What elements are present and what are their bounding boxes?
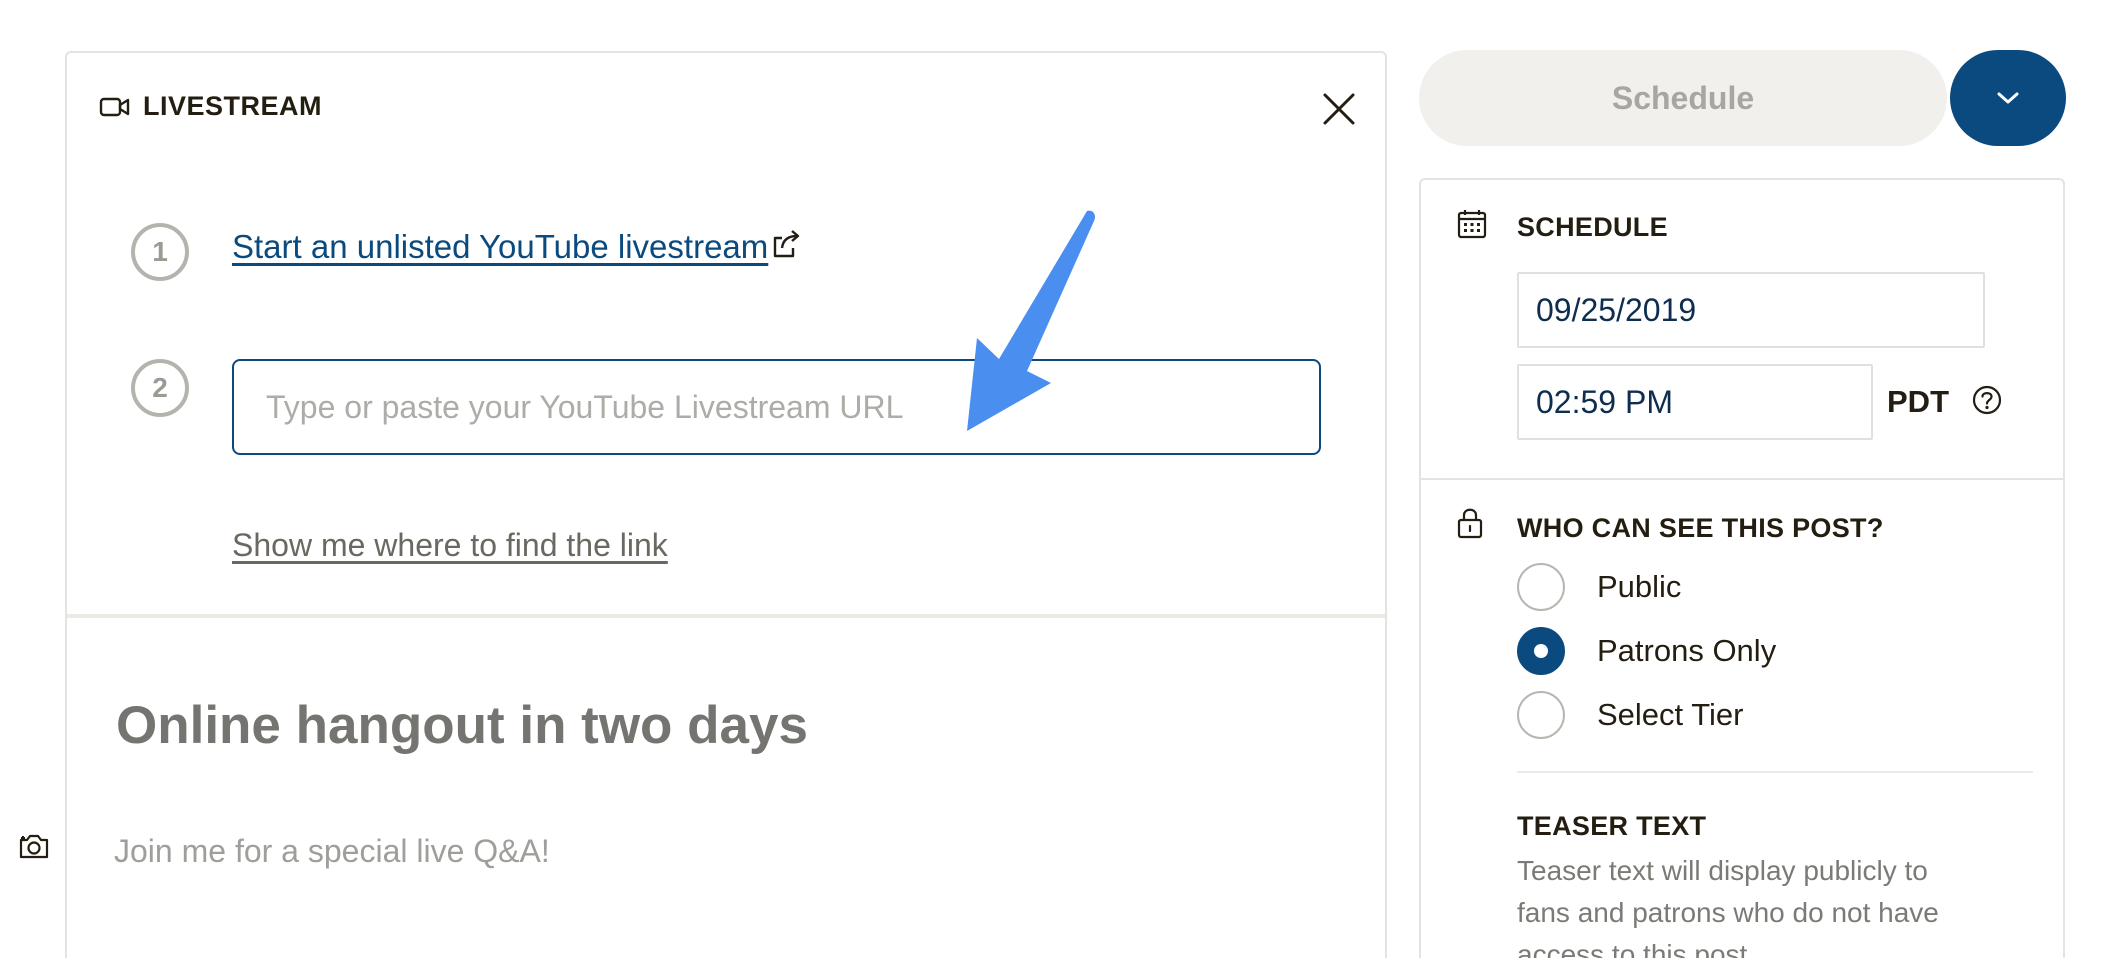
radio-button-selected[interactable]	[1517, 627, 1565, 675]
close-icon[interactable]	[1319, 89, 1359, 129]
youtube-livestream-link[interactable]: Start an unlisted YouTube livestream	[232, 228, 802, 266]
post-settings-panel: SCHEDULE PDT WHO CAN SEE THIS POST? Publ…	[1419, 178, 2065, 958]
radio-label: Patrons Only	[1597, 633, 1777, 668]
livestream-editor: LIVESTREAM 1 Start an unlisted YouTube l…	[65, 51, 1387, 958]
external-link-icon	[774, 230, 800, 258]
youtube-link-label: Start an unlisted YouTube livestream	[232, 228, 769, 265]
schedule-options-button[interactable]	[1950, 50, 2066, 146]
post-title[interactable]: Online hangout in two days	[116, 695, 808, 756]
teaser-label: TEASER TEXT	[1517, 811, 1707, 841]
section-divider	[67, 614, 1385, 618]
schedule-date-input[interactable]	[1517, 272, 1985, 348]
step-1-indicator: 1	[131, 223, 189, 281]
timezone-label: PDT	[1887, 384, 1949, 419]
visibility-label: WHO CAN SEE THIS POST?	[1517, 513, 1884, 543]
post-body[interactable]: Join me for a special live Q&A!	[114, 833, 550, 870]
radio-button[interactable]	[1517, 563, 1565, 611]
radio-button[interactable]	[1517, 691, 1565, 739]
visibility-option-patrons-only[interactable]: Patrons Only	[1517, 627, 1776, 675]
livestream-header: LIVESTREAM	[99, 91, 322, 122]
inner-divider	[1517, 771, 2033, 773]
panel-divider	[1421, 478, 2063, 480]
teaser-description: Teaser text will display publicly to fan…	[1517, 855, 1939, 958]
radio-label: Select Tier	[1597, 697, 1744, 732]
chevron-down-icon	[1997, 92, 2019, 104]
radio-label: Public	[1597, 569, 1682, 604]
livestream-url-input[interactable]	[232, 359, 1321, 455]
livestream-title: LIVESTREAM	[143, 91, 323, 121]
visibility-option-public[interactable]: Public	[1517, 563, 1681, 611]
schedule-time-input[interactable]	[1517, 364, 1873, 440]
calendar-icon	[1457, 210, 1487, 239]
camera-icon[interactable]	[18, 832, 50, 860]
schedule-button[interactable]: Schedule	[1419, 50, 1947, 146]
lock-icon	[1457, 508, 1483, 539]
help-icon[interactable]	[1971, 384, 2003, 416]
find-link-help[interactable]: Show me where to find the link	[232, 527, 668, 564]
visibility-option-select-tier[interactable]: Select Tier	[1517, 691, 1743, 739]
schedule-label: SCHEDULE	[1517, 212, 1668, 242]
video-camera-icon	[99, 97, 130, 116]
step-2-indicator: 2	[131, 359, 189, 417]
